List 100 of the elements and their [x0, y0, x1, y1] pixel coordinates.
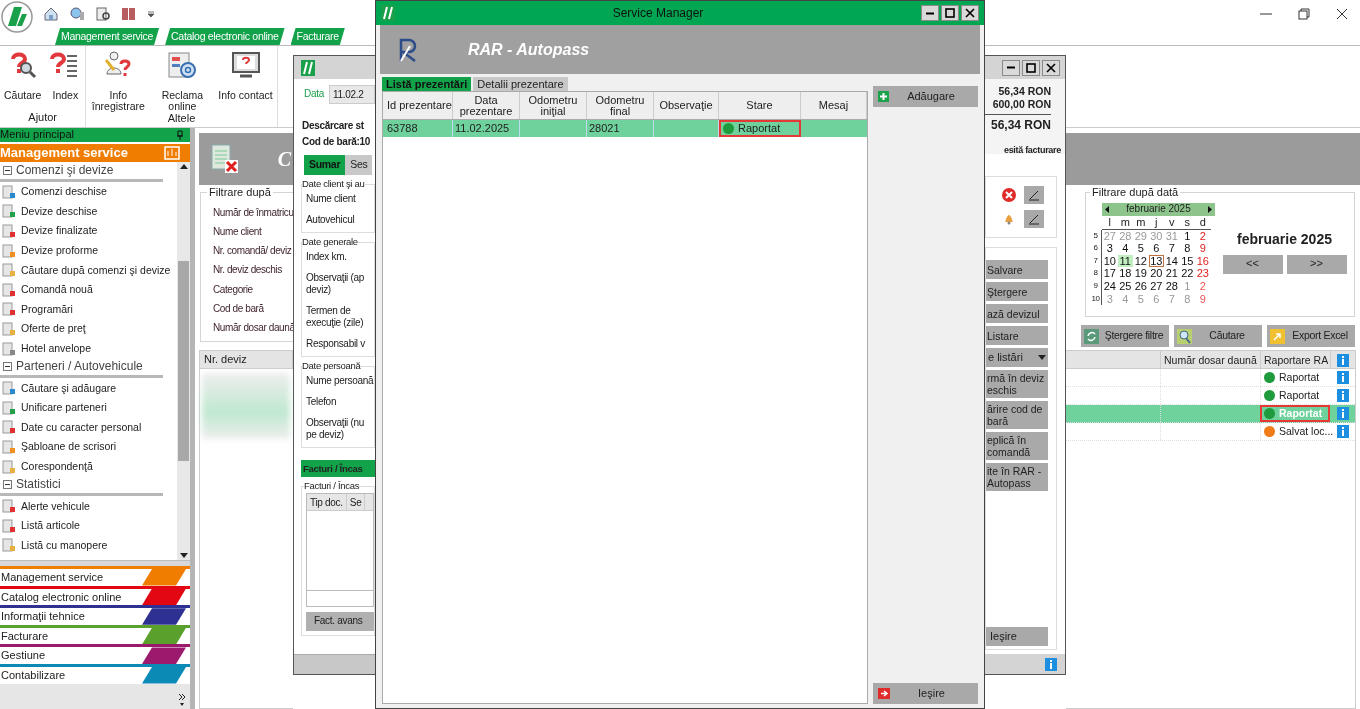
previous-button[interactable]: << [1222, 254, 1283, 274]
action-button[interactable]: Căutare [1174, 325, 1262, 347]
calendar-day[interactable]: 18 [1117, 267, 1133, 280]
exit-button[interactable]: Ieşire [873, 683, 978, 704]
module-bar[interactable]: Informaţii tehnice [0, 605, 190, 625]
calendar-day[interactable]: 6 [1148, 242, 1164, 255]
scroll-up-icon[interactable] [179, 164, 188, 169]
calendar-day[interactable]: 22 [1179, 267, 1195, 280]
ribbon-button[interactable]: Info contact [216, 50, 275, 112]
menu-item[interactable]: Listă articole [0, 515, 177, 536]
exit-button[interactable]: Ieşire [986, 627, 1048, 646]
module-bar[interactable]: Gestiune [0, 644, 190, 664]
calendar-day[interactable]: 7 [1164, 242, 1180, 255]
home-icon[interactable] [43, 6, 59, 22]
menu-item[interactable]: Şabloane de scrisori [0, 437, 177, 457]
close-button[interactable] [961, 5, 979, 21]
module-bar[interactable]: Contabilizare [0, 663, 190, 684]
calendar-day[interactable]: 12 [1133, 254, 1149, 268]
menu-item[interactable]: Date cu caracter personal [0, 417, 177, 438]
table-row[interactable]: Raportat [1066, 387, 1355, 405]
column-header[interactable]: Nr. deviz [200, 352, 251, 367]
calendar-day[interactable]: 27 [1148, 279, 1164, 293]
action-button[interactable]: Export Excel [1267, 325, 1355, 347]
tab[interactable]: Ses [345, 155, 373, 175]
column-header[interactable]: Stare [719, 92, 801, 119]
info-icon[interactable] [1336, 371, 1349, 384]
ribbon-button[interactable]: Info înregistrare [88, 50, 149, 112]
collapse-icon[interactable] [3, 166, 12, 175]
date-field[interactable]: 11.02.2 [328, 85, 375, 104]
column-header[interactable]: Mesaj [801, 92, 867, 119]
menu-item[interactable]: Devize proforme [0, 240, 177, 261]
section-header[interactable]: Comenzi şi devize [0, 162, 163, 182]
maximize-button[interactable] [1022, 59, 1040, 76]
minimize-button[interactable] [1002, 59, 1020, 76]
info-icon[interactable] [1336, 389, 1349, 402]
calendar-day[interactable]: 2 [1195, 229, 1211, 243]
column-header[interactable]: Observaţie [654, 92, 719, 119]
section-header[interactable]: Parteneri / Autovehicule [0, 358, 163, 379]
menu-item[interactable]: Listă cu manopere [0, 535, 177, 556]
menu-item[interactable]: Comenzi deschise [0, 182, 177, 202]
column-header[interactable]: Odometru final [587, 92, 654, 119]
calendar-day[interactable]: 9 [1195, 292, 1211, 306]
menu-item[interactable]: Căutare şi adăugare [0, 378, 177, 398]
minimize-button[interactable] [921, 5, 939, 21]
module-bar[interactable]: Catalog electronic online [0, 585, 190, 606]
close-icon[interactable] [1336, 8, 1348, 20]
menu-item[interactable]: Corespondenţă [0, 456, 177, 477]
action-button[interactable]: Ştergere filtre [1081, 325, 1169, 347]
caret-icon[interactable] [147, 10, 155, 18]
module-bar[interactable]: Management service [0, 566, 190, 586]
menu-item[interactable]: Hotel anvelope [0, 338, 177, 359]
module-bar[interactable]: Facturare [0, 624, 190, 645]
add-button[interactable]: Adăugare [873, 86, 978, 107]
action-button[interactable]: rmă în deviz eschis [986, 370, 1048, 398]
action-button[interactable]: ărire cod de bară [986, 401, 1048, 429]
calendar-day[interactable]: 11 [1117, 254, 1133, 268]
calendar-day[interactable]: 2 [1195, 279, 1211, 293]
column-header[interactable]: Se [346, 494, 366, 510]
section-header[interactable]: Statistici [0, 476, 163, 497]
column-header[interactable]: Data prezentare [453, 92, 520, 119]
calendar-day[interactable]: 15 [1179, 254, 1195, 268]
table-row[interactable]: 63788 11.02.2025 28021 Raportat [383, 120, 867, 137]
next-month-icon[interactable] [1208, 206, 1212, 213]
tab[interactable]: Detalii prezentare [473, 77, 568, 91]
calendar-day[interactable]: 28 [1164, 279, 1180, 293]
calendar-day[interactable]: 8 [1179, 242, 1195, 255]
calendar-day[interactable]: 25 [1117, 279, 1133, 293]
menu-item[interactable]: Oferte de preţ [0, 319, 177, 339]
column-header[interactable]: Id prezentare [383, 92, 453, 119]
calendar-day[interactable]: 4 [1117, 242, 1133, 255]
action-button[interactable]: ază devizul [986, 304, 1048, 323]
calendar-day[interactable]: 23 [1195, 267, 1211, 280]
action-button[interactable]: Ştergere [986, 282, 1048, 301]
action-button[interactable]: Salvare [986, 260, 1048, 279]
action-button[interactable]: eplică în comandă [986, 432, 1048, 460]
calendar-day[interactable]: 21 [1164, 267, 1180, 280]
column-header[interactable]: Tip doc. [307, 494, 347, 510]
action-button[interactable]: ite în RAR - Autopass [986, 463, 1048, 491]
tab[interactable]: Listă prezentări [382, 77, 472, 91]
menu-item[interactable]: Unificare parteneri [0, 397, 177, 418]
pin-icon[interactable] [176, 130, 184, 140]
menu-item[interactable]: Devize deschise [0, 201, 177, 222]
menu-item[interactable]: Devize finalizate [0, 221, 177, 241]
menu-item[interactable]: Căutare după comenzi şi devize [0, 260, 177, 280]
calendar-day[interactable]: 17 [1102, 267, 1118, 280]
next-button[interactable]: >> [1286, 254, 1347, 274]
table-row[interactable]: Raportat [1066, 369, 1355, 387]
calendar-day[interactable]: 19 [1133, 267, 1149, 280]
calendar-day[interactable]: 26 [1133, 279, 1149, 293]
calendar-day[interactable]: 14 [1164, 254, 1180, 268]
calendar-day[interactable]: 13 [1148, 254, 1164, 268]
table-row[interactable]: Salvat loc... [1066, 423, 1355, 441]
calendar-day[interactable]: 9 [1195, 242, 1211, 255]
column-header[interactable]: Odometru iniţial [520, 92, 587, 119]
calendar-day[interactable]: 3 [1102, 242, 1118, 255]
chevron-icon[interactable] [178, 693, 186, 707]
info-icon[interactable] [1336, 407, 1349, 420]
scroll-down-icon[interactable] [179, 553, 188, 558]
previous-month-icon[interactable] [1105, 206, 1109, 213]
calendar-day[interactable]: 1 [1179, 229, 1195, 243]
